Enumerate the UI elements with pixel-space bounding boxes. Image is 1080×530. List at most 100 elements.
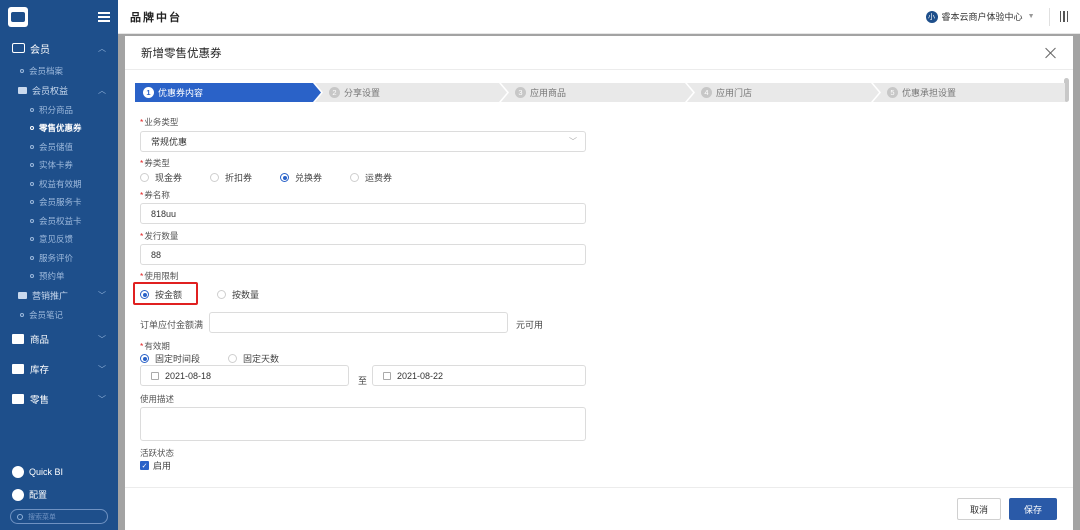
dot-icon (30, 107, 34, 112)
step-discount-bearing[interactable]: 5 优惠承担设置 (873, 83, 1065, 102)
order-amount-input[interactable] (209, 312, 508, 333)
step-indicator: 1 优惠券内容 2 分享设置 3 应用商品 4 应用门店 5 优惠承担设置 (135, 83, 1065, 102)
menu-toggle-icon[interactable] (98, 12, 110, 22)
radio-exchange-coupon[interactable]: 兑换券 (280, 171, 322, 184)
step-number: 4 (701, 87, 712, 98)
dialog-header: 新增零售优惠券 (125, 36, 1073, 70)
step-number: 1 (143, 87, 154, 98)
chevron-down-icon: ﹀ (569, 137, 577, 146)
sidebar-item-products[interactable]: 商品 ﹀ (0, 324, 118, 354)
sidebar-item-settings[interactable]: 配置 (0, 483, 118, 506)
calendar-icon (151, 371, 159, 380)
sidebar-item-service-review[interactable]: 服务评价 (0, 249, 118, 268)
sidebar-item-points-goods[interactable]: 积分商品 (0, 101, 118, 120)
scrollbar[interactable] (1063, 72, 1069, 484)
grid-icon (12, 334, 24, 344)
dot-icon (30, 181, 34, 186)
radio-indicator (228, 354, 238, 363)
start-date-input[interactable]: 2021-08-18 (140, 365, 349, 386)
divider (1048, 7, 1050, 26)
warehouse-icon (12, 364, 24, 374)
sidebar-item-retail-coupon[interactable]: 零售优惠券 (0, 119, 118, 138)
tenant-switcher[interactable]: 小 睿本云商户体验中心 ▼ (925, 7, 1068, 26)
step-number: 2 (329, 87, 340, 98)
business-type-label: *业务类型 (140, 117, 179, 127)
dot-icon (30, 163, 34, 168)
end-date-input[interactable]: 2021-08-22 (372, 365, 586, 386)
highlight-annotation-box (133, 282, 198, 305)
save-button[interactable]: 保存 (1008, 498, 1057, 520)
description-textarea[interactable] (140, 407, 586, 441)
radio-cash-coupon[interactable]: 现金券 (140, 171, 182, 184)
sidebar-item-quick-bi[interactable]: Quick BI (0, 460, 118, 483)
gear-icon (12, 488, 24, 501)
close-icon[interactable] (1045, 47, 1057, 59)
sidebar: 会员 ︿ 会员档案 会员权益 ︿ 积分商品 零售优惠券 会员储值 实体卡券 权益… (0, 0, 118, 530)
step-applicable-stores[interactable]: 4 应用门店 (687, 83, 879, 102)
step-share-settings[interactable]: 2 分享设置 (315, 83, 507, 102)
dialog-title: 新增零售优惠券 (141, 47, 222, 60)
sidebar-item-service-card[interactable]: 会员服务卡 (0, 193, 118, 212)
brand-logo[interactable] (8, 7, 28, 27)
dot-icon (20, 312, 24, 317)
coupon-type-radio-group: 现金券 折扣券 兑换券 运费券 (140, 171, 420, 184)
dot-icon (30, 274, 34, 279)
description-label: 使用描述 (140, 394, 175, 404)
avatar: 小 (925, 10, 938, 23)
chevron-down-icon: ﹀ (98, 394, 106, 404)
active-checkbox[interactable]: ✓ 启用 (140, 459, 171, 472)
radio-fixed-days[interactable]: 固定天数 (228, 352, 279, 365)
dot-icon (30, 237, 34, 242)
radio-indicator (350, 173, 360, 182)
columns-icon[interactable] (1059, 11, 1068, 22)
sidebar-item-retail[interactable]: 零售 ﹀ (0, 384, 118, 414)
sidebar-item-rights-card[interactable]: 会员权益卡 (0, 212, 118, 231)
dot-icon (30, 200, 34, 205)
cancel-button[interactable]: 取消 (956, 498, 1001, 520)
dot-icon (30, 126, 34, 131)
dialog-footer: 取消 保存 (125, 487, 1073, 530)
caret-down-icon: ▼ (1027, 13, 1035, 20)
coupon-name-input[interactable]: 818uu (140, 203, 586, 224)
radio-fixed-period[interactable]: 固定时间段 (140, 352, 200, 365)
dot-icon (30, 144, 34, 149)
search-icon (17, 513, 23, 520)
top-header: 品牌中台 小 睿本云商户体验中心 ▼ (118, 0, 1080, 34)
chevron-down-icon: ﹀ (98, 291, 106, 300)
member-card-icon (12, 43, 25, 53)
sidebar-group-marketing[interactable]: 营销推广 ﹀ (0, 286, 118, 306)
order-amount-label: 订单应付金额满 (140, 320, 204, 330)
business-type-select[interactable]: 常规优惠 ﹀ (140, 131, 586, 152)
sidebar-item-reservation[interactable]: 预约单 (0, 267, 118, 286)
sidebar-section-label: 会员 (30, 44, 50, 56)
coupon-name-label: *券名称 (140, 190, 170, 200)
radio-shipping-coupon[interactable]: 运费券 (350, 171, 392, 184)
usage-limit-label: *使用限制 (140, 271, 179, 281)
menu-search-input[interactable]: 搜索菜单 (10, 509, 108, 524)
sidebar-item-physical-coupon[interactable]: 实体卡券 (0, 156, 118, 175)
radio-by-quantity[interactable]: 按数量 (217, 288, 259, 301)
sidebar-item-rights-validity[interactable]: 权益有效期 (0, 175, 118, 194)
sidebar-group-member-rights[interactable]: 会员权益 ︿ (0, 81, 118, 101)
chevron-up-icon: ︿ (98, 86, 106, 95)
radio-discount-coupon[interactable]: 折扣券 (210, 171, 252, 184)
radio-indicator (210, 173, 220, 182)
step-number: 5 (887, 87, 898, 98)
sidebar-item-member-stored-value[interactable]: 会员储值 (0, 138, 118, 157)
dot-icon (30, 255, 34, 260)
radio-indicator (140, 354, 149, 363)
sidebar-bottom: Quick BI 配置 搜索菜单 (0, 460, 118, 530)
sidebar-item-inventory[interactable]: 库存 ﹀ (0, 354, 118, 384)
issue-quantity-input[interactable]: 88 (140, 244, 586, 265)
sidebar-item-feedback[interactable]: 意见反馈 (0, 230, 118, 249)
step-coupon-content[interactable]: 1 优惠券内容 (135, 83, 321, 102)
active-status-label: 活跃状态 (140, 448, 175, 458)
sidebar-item-member-profile[interactable]: 会员档案 (0, 62, 118, 81)
app-title: 品牌中台 (130, 11, 182, 24)
step-applicable-products[interactable]: 3 应用商品 (501, 83, 693, 102)
mail-icon (12, 394, 24, 404)
sidebar-section-member[interactable]: 会员 ︿ (0, 34, 118, 62)
gauge-icon (12, 465, 24, 478)
sidebar-item-member-notes[interactable]: 会员笔记 (0, 306, 118, 325)
new-coupon-dialog: 新增零售优惠券 1 优惠券内容 2 分享设置 3 应用商品 4 应用门店 5 优… (125, 36, 1073, 530)
